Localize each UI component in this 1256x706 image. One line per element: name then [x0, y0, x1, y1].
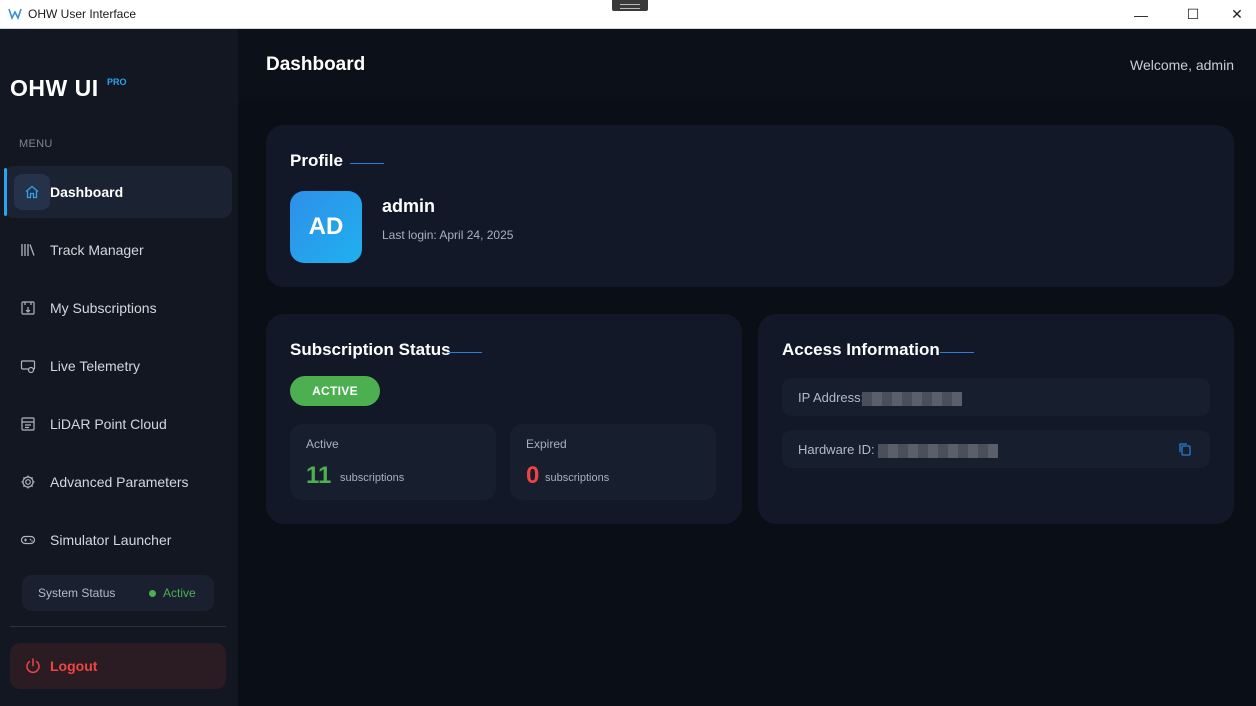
stat-unit: subscriptions [340, 472, 405, 484]
title-underline [940, 352, 974, 353]
sidebar-item-label: Live Telemetry [50, 358, 141, 374]
brand-badge: PRO [107, 77, 127, 87]
window-drag-handle[interactable] [612, 0, 648, 11]
stat-label: Active [306, 437, 339, 451]
app-logo-icon [8, 8, 22, 21]
access-information-card: Access Information IP Address: Hardware … [758, 314, 1234, 524]
stat-unit: subscriptions [545, 472, 610, 484]
sidebar-item-lidar-point-cloud[interactable]: LiDAR Point Cloud [4, 398, 232, 450]
brand-logo: OHW UI [10, 75, 99, 101]
sidebar-item-dashboard[interactable]: Dashboard [4, 166, 232, 218]
logout-label: Logout [50, 658, 98, 674]
ip-address-row: IP Address: [782, 378, 1210, 416]
system-status-label: System Status [38, 586, 116, 600]
active-count: 11 [306, 462, 332, 489]
maximize-button[interactable]: ☐ [1170, 0, 1216, 29]
sidebar-item-label: Advanced Parameters [50, 474, 189, 490]
title-underline [350, 163, 384, 164]
power-icon [26, 658, 40, 674]
system-status-panel: System Status Active [22, 575, 214, 611]
copy-icon[interactable] [1178, 442, 1192, 456]
expired-count: 0 [526, 462, 540, 489]
stat-label: Expired [526, 437, 567, 451]
telemetry-icon [16, 354, 40, 378]
profile-username: admin [382, 196, 436, 216]
hardware-id-label: Hardware ID: [798, 442, 875, 457]
sidebar-item-track-manager[interactable]: Track Manager [4, 224, 232, 276]
sidebar-item-simulator-launcher[interactable]: Simulator Launcher [4, 514, 232, 566]
gamepad-icon [16, 528, 40, 552]
sidebar-item-label: Simulator Launcher [50, 532, 172, 548]
page-header: Dashboard Welcome, admin [238, 29, 1256, 101]
title-underline [448, 352, 482, 353]
sidebar-item-live-telemetry[interactable]: Live Telemetry [4, 340, 232, 392]
home-icon [14, 174, 50, 210]
sidebar: OHW UI PRO MENU Dashboard Track Manager … [0, 29, 238, 706]
welcome-text: Welcome, admin [1129, 57, 1234, 73]
subscription-title: Subscription Status [290, 340, 451, 359]
profile-card: Profile AD admin Last login: April 24, 2… [266, 125, 1234, 287]
sidebar-item-label: Track Manager [50, 242, 144, 258]
profile-title: Profile [290, 151, 343, 170]
subscription-icon [16, 296, 40, 320]
minimize-button[interactable]: — [1118, 0, 1164, 29]
hardware-id-row: Hardware ID: [782, 430, 1210, 468]
profile-last-login: Last login: April 24, 2025 [382, 228, 514, 242]
library-icon [16, 238, 40, 262]
menu-label: MENU [19, 138, 53, 150]
sidebar-divider [10, 626, 226, 627]
window-title: OHW User Interface [28, 7, 137, 21]
status-dot-icon [149, 590, 156, 597]
system-status-value: Active [163, 586, 196, 600]
sidebar-item-my-subscriptions[interactable]: My Subscriptions [4, 282, 232, 334]
gear-icon [16, 470, 40, 494]
subscription-status-card: Subscription Status ACTIVE Active 11 sub… [266, 314, 742, 524]
hardware-id-redacted [878, 444, 998, 458]
active-subscriptions-stat: Active 11 subscriptions [290, 424, 496, 500]
window-titlebar: OHW User Interface — ☐ ✕ [0, 0, 1256, 29]
status-badge: ACTIVE [290, 376, 380, 406]
ip-address-redacted [862, 392, 962, 406]
sidebar-item-advanced-parameters[interactable]: Advanced Parameters [4, 456, 232, 508]
close-button[interactable]: ✕ [1214, 0, 1256, 29]
access-title: Access Information [782, 340, 940, 359]
sidebar-item-label: Dashboard [50, 184, 124, 200]
sidebar-item-label: LiDAR Point Cloud [50, 416, 167, 432]
expired-subscriptions-stat: Expired 0 subscriptions [510, 424, 716, 500]
avatar: AD [290, 191, 362, 263]
sidebar-item-label: My Subscriptions [50, 300, 157, 316]
ip-address-label: IP Address: [798, 390, 865, 405]
page-title: Dashboard [266, 54, 366, 75]
logout-button[interactable]: Logout [10, 643, 226, 689]
point-cloud-icon [16, 412, 40, 436]
